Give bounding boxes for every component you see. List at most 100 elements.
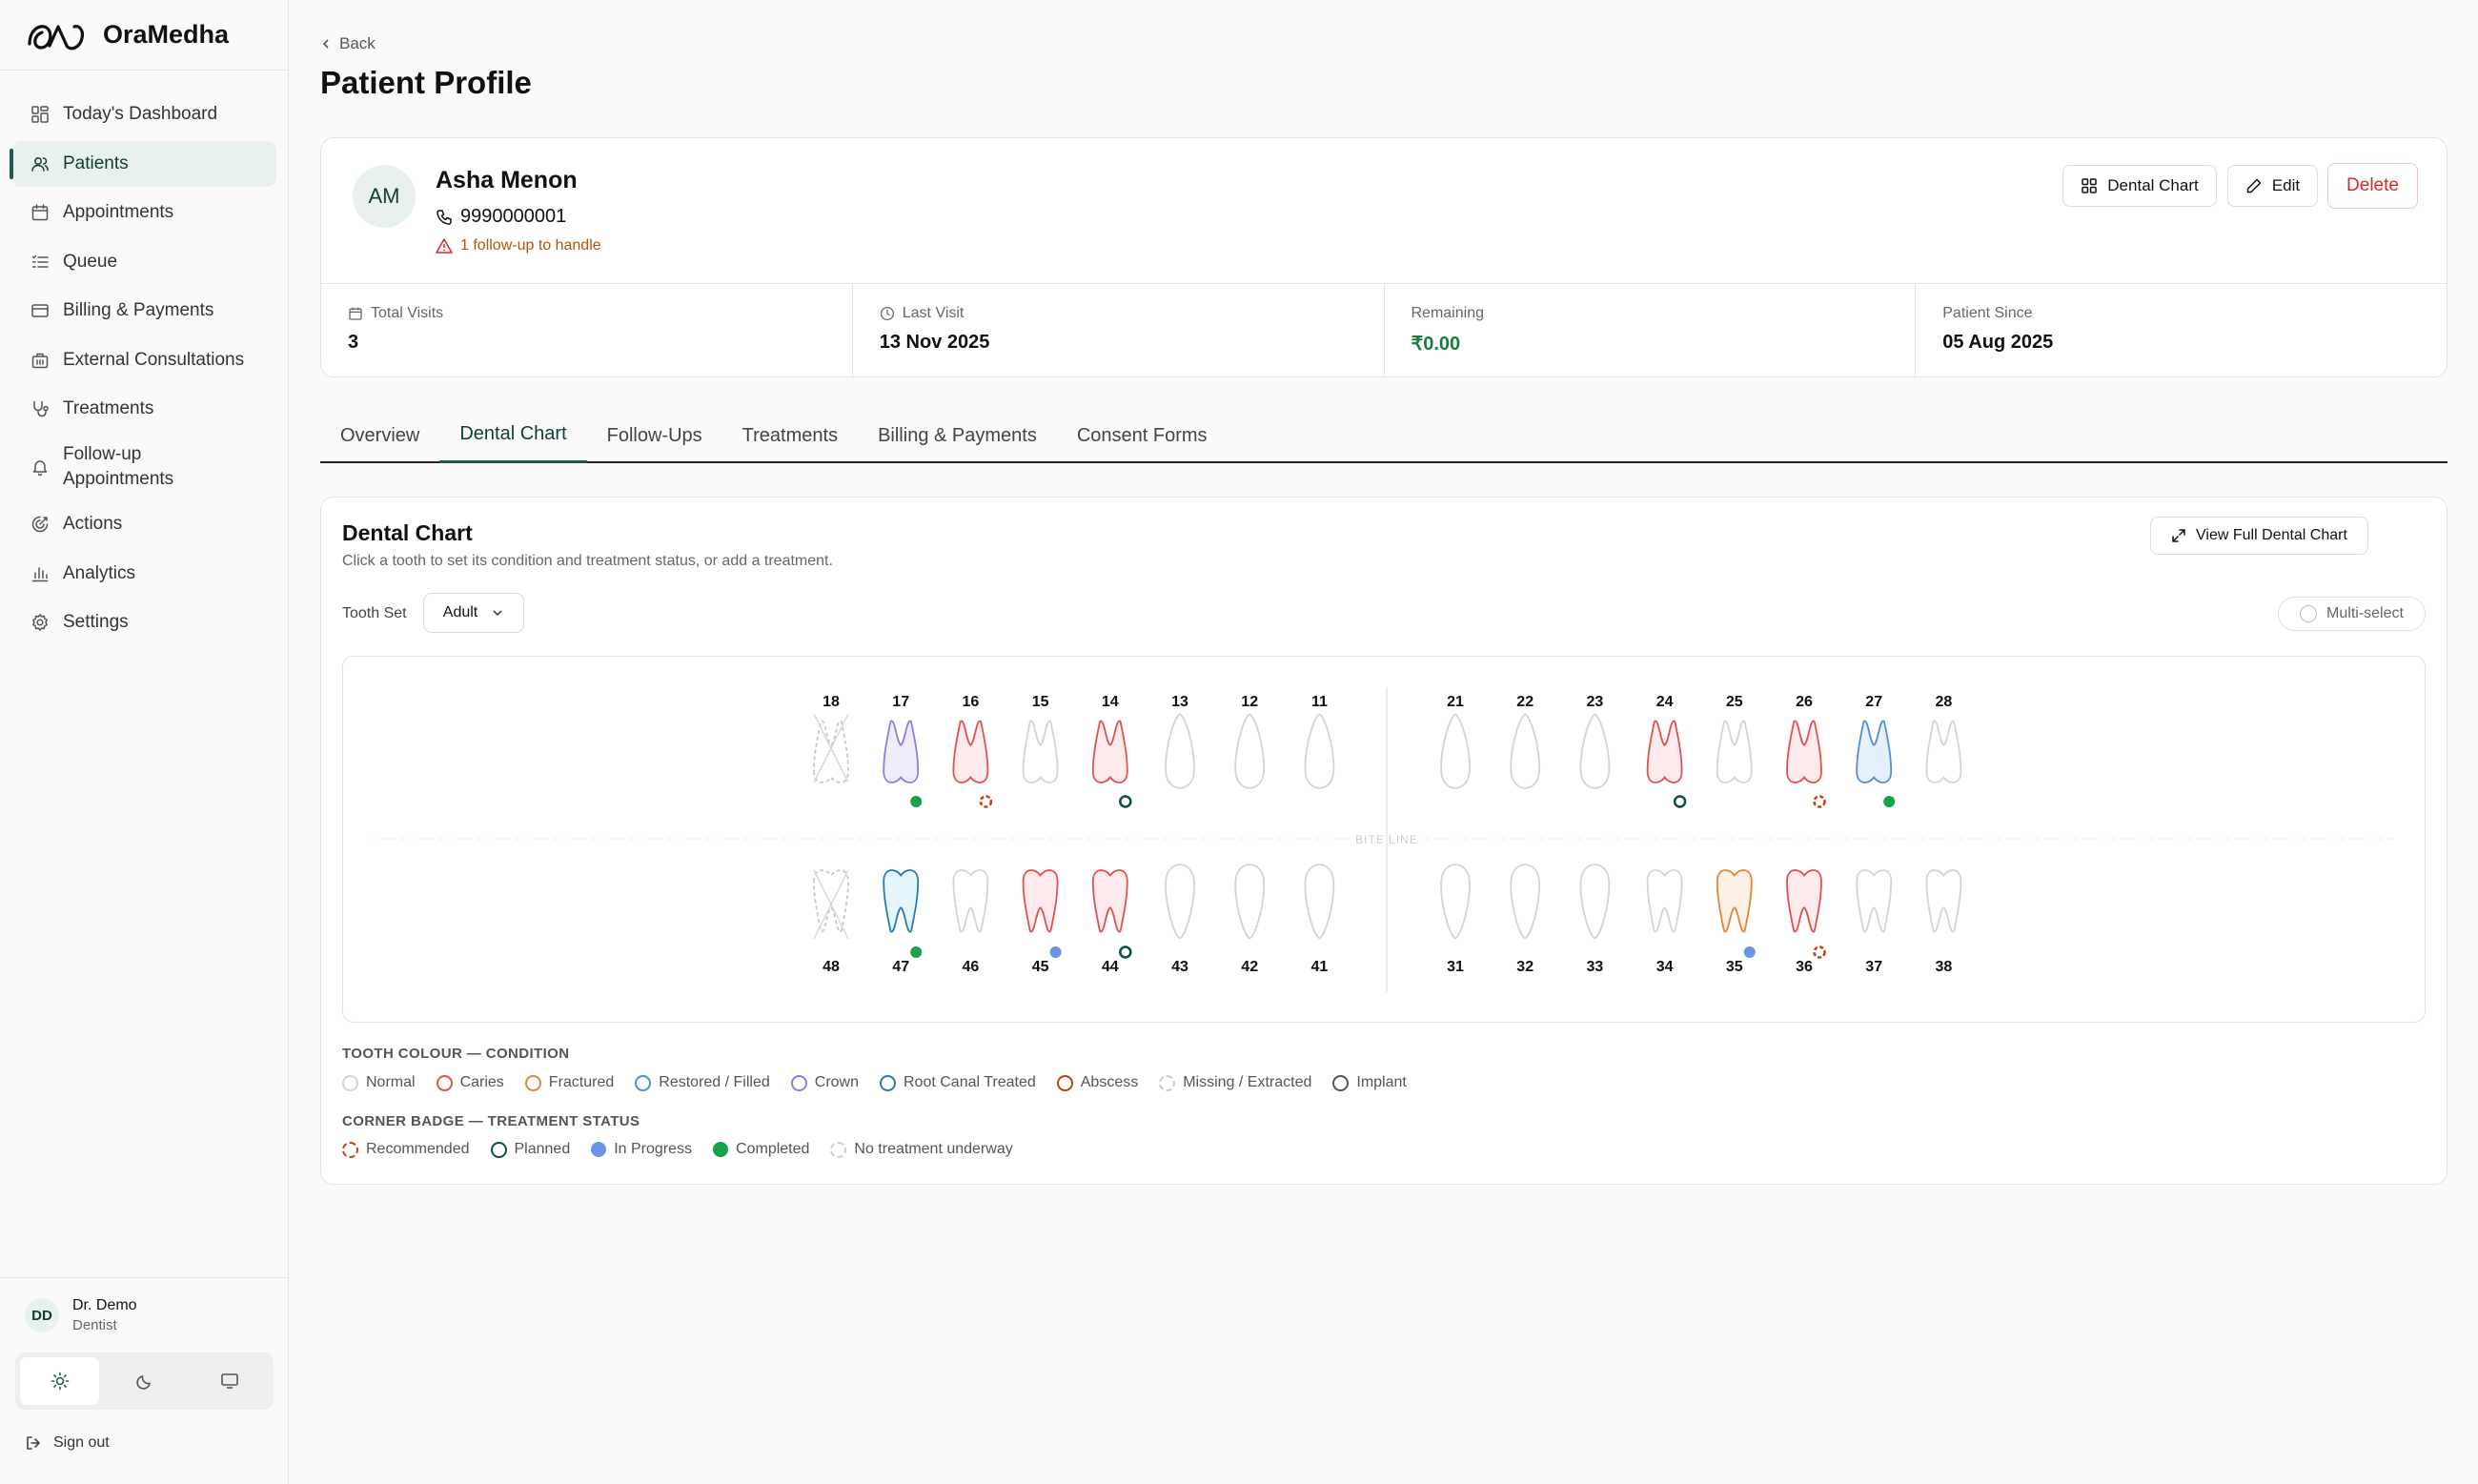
- building-icon: [30, 351, 50, 370]
- tooth-34[interactable]: 34: [1646, 869, 1683, 975]
- tooth-38[interactable]: 38: [1925, 869, 1962, 975]
- sidebar-item-label: Treatments: [63, 398, 154, 419]
- tooth-13[interactable]: 13: [1165, 694, 1195, 789]
- theme-system-button[interactable]: [190, 1357, 269, 1405]
- tooth-18[interactable]: 18: [813, 694, 849, 783]
- dental-chart-button[interactable]: Dental Chart: [2062, 165, 2217, 207]
- tooth-set-select[interactable]: Adult: [423, 593, 524, 633]
- sidebar-item-patients[interactable]: Patients: [10, 140, 276, 187]
- users-icon: [30, 154, 50, 173]
- tooth-14[interactable]: 14: [1091, 694, 1132, 808]
- patient-name: Asha Menon: [436, 167, 578, 193]
- tooth-shape: [1510, 713, 1541, 789]
- sidebar-item-label: Billing & Payments: [63, 300, 214, 321]
- legend-swatch: [713, 1142, 729, 1157]
- tooth-16[interactable]: 16: [952, 694, 993, 808]
- tooth-22[interactable]: 22: [1510, 694, 1541, 789]
- status-badge-planned: [1119, 795, 1132, 808]
- sidebar-item-external[interactable]: External Consultations: [11, 337, 276, 383]
- view-full-dental-chart-button[interactable]: View Full Dental Chart: [2150, 517, 2368, 555]
- tooth-shape: [1440, 864, 1471, 940]
- condition-legend-title: TOOTH COLOUR — CONDITION: [342, 1046, 570, 1062]
- tooth-36[interactable]: 36: [1786, 869, 1826, 975]
- tooth-shape: [1925, 869, 1962, 933]
- tooth-21[interactable]: 21: [1440, 694, 1471, 789]
- sidebar-item-queue[interactable]: Queue: [11, 239, 276, 285]
- stat-total-visits: Total Visits 3: [321, 284, 853, 377]
- tab-overview[interactable]: Overview: [320, 408, 439, 463]
- sidebar-item-actions[interactable]: Actions: [11, 501, 276, 547]
- tooth-28[interactable]: 28: [1925, 694, 1962, 783]
- expand-icon: [2172, 529, 2185, 542]
- multi-select-toggle[interactable]: Multi-select: [2278, 597, 2426, 631]
- tooth-number: 41: [1311, 959, 1329, 975]
- tooth-31[interactable]: 31: [1440, 864, 1471, 975]
- sidebar-item-label: Appointments: [63, 202, 174, 223]
- tooth-37[interactable]: 37: [1856, 869, 1893, 975]
- tooth-number: 36: [1796, 959, 1813, 975]
- tooth-43[interactable]: 43: [1165, 864, 1195, 975]
- status-badge-planned: [1119, 945, 1132, 959]
- tooth-45[interactable]: 45: [1022, 869, 1062, 975]
- tab-follow-ups[interactable]: Follow-Ups: [587, 408, 722, 463]
- theme-dark-button[interactable]: [105, 1357, 184, 1405]
- sidebar-item-followup[interactable]: Follow-up Appointments: [11, 436, 276, 498]
- tooth-47[interactable]: 47: [883, 869, 923, 975]
- tooth-12[interactable]: 12: [1234, 694, 1266, 789]
- tooth-33[interactable]: 33: [1579, 864, 1611, 975]
- sign-out-button[interactable]: Sign out: [15, 1434, 274, 1452]
- tab-billing-payments[interactable]: Billing & Payments: [858, 408, 1057, 463]
- tooth-17[interactable]: 17: [883, 694, 923, 807]
- tooth-number: 24: [1656, 694, 1674, 710]
- status-badge-completed: [910, 946, 923, 958]
- tooth-number: 26: [1796, 694, 1813, 710]
- sidebar-item-analytics[interactable]: Analytics: [11, 551, 276, 597]
- edit-button[interactable]: Edit: [2227, 165, 2318, 207]
- sidebar-item-appointments[interactable]: Appointments: [11, 190, 276, 235]
- tooth-32[interactable]: 32: [1510, 864, 1541, 975]
- tooth-23[interactable]: 23: [1579, 694, 1611, 789]
- tooth-44[interactable]: 44: [1091, 869, 1132, 975]
- tooth-35[interactable]: 35: [1716, 869, 1756, 975]
- tooth-11[interactable]: 11: [1304, 694, 1335, 789]
- tooth-24[interactable]: 24: [1646, 694, 1687, 808]
- stat-value: 3: [348, 332, 359, 353]
- followup-warning[interactable]: 1 follow-up to handle: [436, 237, 601, 254]
- sidebar-item-settings[interactable]: Settings: [11, 600, 276, 645]
- tooth-46[interactable]: 46: [952, 869, 989, 975]
- tooth-48[interactable]: 48: [813, 869, 849, 975]
- tab-consent-forms[interactable]: Consent Forms: [1057, 408, 1228, 463]
- bar-chart-icon: [30, 564, 50, 583]
- tooth-42[interactable]: 42: [1234, 864, 1266, 975]
- status-badge-recommended: [1813, 795, 1826, 808]
- tab-treatments[interactable]: Treatments: [722, 408, 858, 463]
- tooth-27[interactable]: 27: [1856, 694, 1896, 807]
- user-info[interactable]: DD Dr. Demo Dentist: [15, 1297, 274, 1333]
- tooth-26[interactable]: 26: [1786, 694, 1826, 808]
- sidebar-item-treatments[interactable]: Treatments: [11, 386, 276, 432]
- delete-button[interactable]: Delete: [2327, 163, 2418, 209]
- legend-swatch: [880, 1074, 896, 1091]
- sidebar-item-label: Actions: [63, 514, 123, 535]
- edit-button-label: Edit: [2271, 176, 2301, 194]
- tab-dental-chart[interactable]: Dental Chart: [439, 408, 587, 463]
- sidebar-item-dashboard[interactable]: Today's Dashboard: [11, 91, 276, 137]
- legend-label: Missing / Extracted: [1183, 1074, 1312, 1090]
- legend-swatch: [591, 1142, 607, 1157]
- legend-label: Crown: [814, 1074, 859, 1090]
- brand[interactable]: OraMedha: [0, 0, 288, 71]
- tooth-25[interactable]: 25: [1716, 694, 1753, 783]
- theme-light-button[interactable]: [20, 1357, 99, 1405]
- dental-chart-button-label: Dental Chart: [2107, 176, 2199, 194]
- back-link[interactable]: Back: [320, 34, 376, 53]
- tooth-number: 28: [1936, 694, 1953, 710]
- tooth-15[interactable]: 15: [1022, 694, 1059, 783]
- multi-select-radio: [2300, 605, 2318, 622]
- sidebar-item-billing[interactable]: Billing & Payments: [11, 288, 276, 334]
- tooth-shape: [952, 720, 989, 783]
- tooth-shape: [1165, 713, 1195, 789]
- tooth-number: 13: [1171, 694, 1188, 710]
- tooth-41[interactable]: 41: [1304, 864, 1335, 975]
- tooth-shape: [1716, 869, 1753, 933]
- back-label: Back: [339, 34, 376, 52]
